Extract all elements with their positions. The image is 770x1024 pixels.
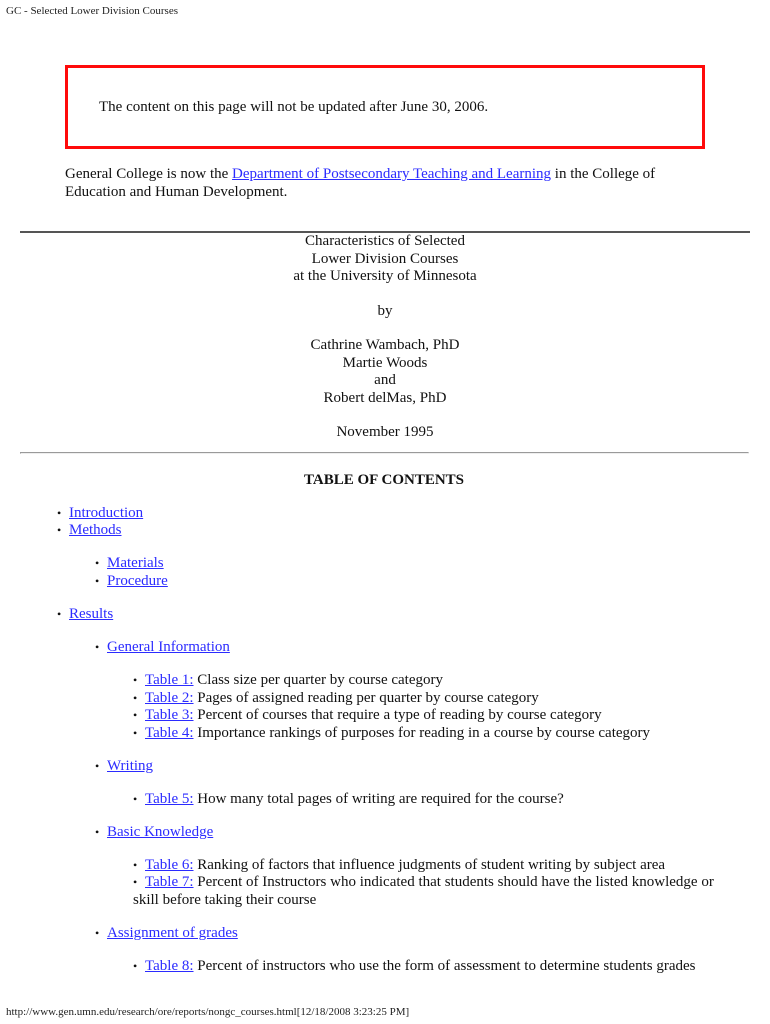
bullet-icon: • bbox=[133, 691, 138, 705]
toc-item-writing: • Writing bbox=[95, 758, 153, 776]
toc-item-table-6: • Table 6: Ranking of factors that influe… bbox=[133, 857, 665, 875]
table-4-description: Importance rankings of purposes for read… bbox=[193, 725, 651, 741]
table-8-description: Percent of instructors who use the form … bbox=[193, 958, 696, 974]
table-5-link[interactable]: Table 5: bbox=[145, 791, 194, 807]
table-3-link[interactable]: Table 3: bbox=[145, 707, 194, 723]
toc-item-assignment-of-grades: • Assignment of grades bbox=[95, 925, 238, 943]
results-link[interactable]: Results bbox=[69, 606, 113, 622]
toc-item-introduction: • Introduction bbox=[57, 505, 143, 523]
notice-text: The content on this page will not be upd… bbox=[99, 99, 489, 115]
bullet-icon: • bbox=[57, 523, 62, 537]
toc-item-table-4: • Table 4: Importance rankings of purpose… bbox=[133, 725, 650, 743]
toc-item-table-1: • Table 1: Class size per quarter by cour… bbox=[133, 672, 443, 690]
bullet-icon: • bbox=[133, 959, 138, 973]
report-date: November 1995 bbox=[336, 424, 434, 440]
introduction-link[interactable]: Introduction bbox=[69, 505, 143, 521]
writing-link[interactable]: Writing bbox=[107, 758, 153, 774]
by-label: by bbox=[377, 302, 393, 319]
procedure-link[interactable]: Procedure bbox=[107, 573, 168, 589]
bullet-icon: • bbox=[95, 759, 100, 773]
table-6-link[interactable]: Table 6: bbox=[145, 857, 194, 873]
bullet-icon: • bbox=[95, 825, 100, 839]
toc-item-table-7: • Table 7: Percent of Instructors who ind… bbox=[133, 874, 733, 909]
toc-item-materials: • Materials bbox=[95, 555, 164, 573]
horizontal-rule-groove bbox=[20, 452, 749, 454]
toc-item-table-8: • Table 8: Percent of instructors who use… bbox=[133, 958, 695, 976]
table-3-description: Percent of courses that require a type o… bbox=[193, 707, 602, 723]
report-title-line-3: at the University of Minnesota bbox=[293, 268, 477, 284]
report-title-line-1: Characteristics of Selected bbox=[305, 233, 465, 249]
table-8-link[interactable]: Table 8: bbox=[145, 958, 194, 974]
author-1: Cathrine Wambach, PhD bbox=[310, 337, 460, 353]
intro-text-before: General College is now the bbox=[65, 166, 233, 182]
bullet-icon: • bbox=[133, 858, 138, 872]
page-header-title: GC - Selected Lower Division Courses bbox=[6, 5, 178, 17]
table-7-link[interactable]: Table 7: bbox=[145, 874, 194, 890]
bullet-icon: • bbox=[95, 556, 100, 570]
toc-item-table-5: • Table 5: How many total pages of writin… bbox=[133, 791, 564, 809]
department-link[interactable]: Department of Postsecondary Teaching and… bbox=[232, 166, 551, 182]
toc-heading: TABLE OF CONTENTS bbox=[303, 472, 465, 488]
bullet-icon: • bbox=[57, 607, 62, 621]
table-7-description: Percent of Instructors who indicated tha… bbox=[133, 874, 714, 908]
toc-item-table-3: • Table 3: Percent of courses that requir… bbox=[133, 707, 602, 725]
table-1-description: Class size per quarter by course categor… bbox=[193, 672, 444, 688]
bullet-icon: • bbox=[133, 673, 138, 687]
author-3: Robert delMas, PhD bbox=[323, 389, 447, 406]
page-footer-url: http://www.gen.umn.edu/research/ore/repo… bbox=[6, 1006, 410, 1018]
table-6-description: Ranking of factors that influence judgme… bbox=[193, 857, 666, 873]
bullet-icon: • bbox=[95, 574, 100, 588]
materials-link[interactable]: Materials bbox=[107, 555, 164, 571]
title-block: Characteristics of Selected Lower Divisi… bbox=[0, 233, 770, 442]
table-5-description: How many total pages of writing are requ… bbox=[193, 791, 564, 807]
table-1-link[interactable]: Table 1: bbox=[145, 672, 194, 688]
bullet-icon: • bbox=[95, 640, 100, 654]
toc-item-methods: • Methods bbox=[57, 522, 122, 540]
bullet-icon: • bbox=[133, 875, 138, 889]
table-2-description: Pages of assigned reading per quarter by… bbox=[193, 690, 539, 706]
table-4-link[interactable]: Table 4: bbox=[145, 725, 194, 741]
toc-item-basic-knowledge: • Basic Knowledge bbox=[95, 824, 213, 842]
bullet-icon: • bbox=[133, 726, 138, 740]
bullet-icon: • bbox=[133, 708, 138, 722]
methods-link[interactable]: Methods bbox=[69, 522, 122, 538]
bullet-icon: • bbox=[57, 506, 62, 520]
bullet-icon: • bbox=[95, 926, 100, 940]
assignment-of-grades-link[interactable]: Assignment of grades bbox=[107, 925, 238, 941]
bullet-icon: • bbox=[133, 792, 138, 806]
general-information-link[interactable]: General Information bbox=[107, 639, 230, 655]
intro-paragraph: General College is now the Department of… bbox=[65, 166, 705, 201]
table-2-link[interactable]: Table 2: bbox=[145, 690, 194, 706]
report-title-line-2: Lower Division Courses bbox=[311, 250, 459, 267]
notice-box: The content on this page will not be upd… bbox=[65, 65, 705, 149]
toc-item-table-2: • Table 2: Pages of assigned reading per … bbox=[133, 690, 539, 708]
toc-item-procedure: • Procedure bbox=[95, 573, 168, 591]
author-conjunction: and bbox=[374, 372, 396, 388]
toc-item-results: • Results bbox=[57, 606, 113, 624]
basic-knowledge-link[interactable]: Basic Knowledge bbox=[107, 824, 213, 840]
toc-item-general-information: • General Information bbox=[95, 639, 230, 657]
author-2: Martie Woods bbox=[342, 354, 428, 371]
